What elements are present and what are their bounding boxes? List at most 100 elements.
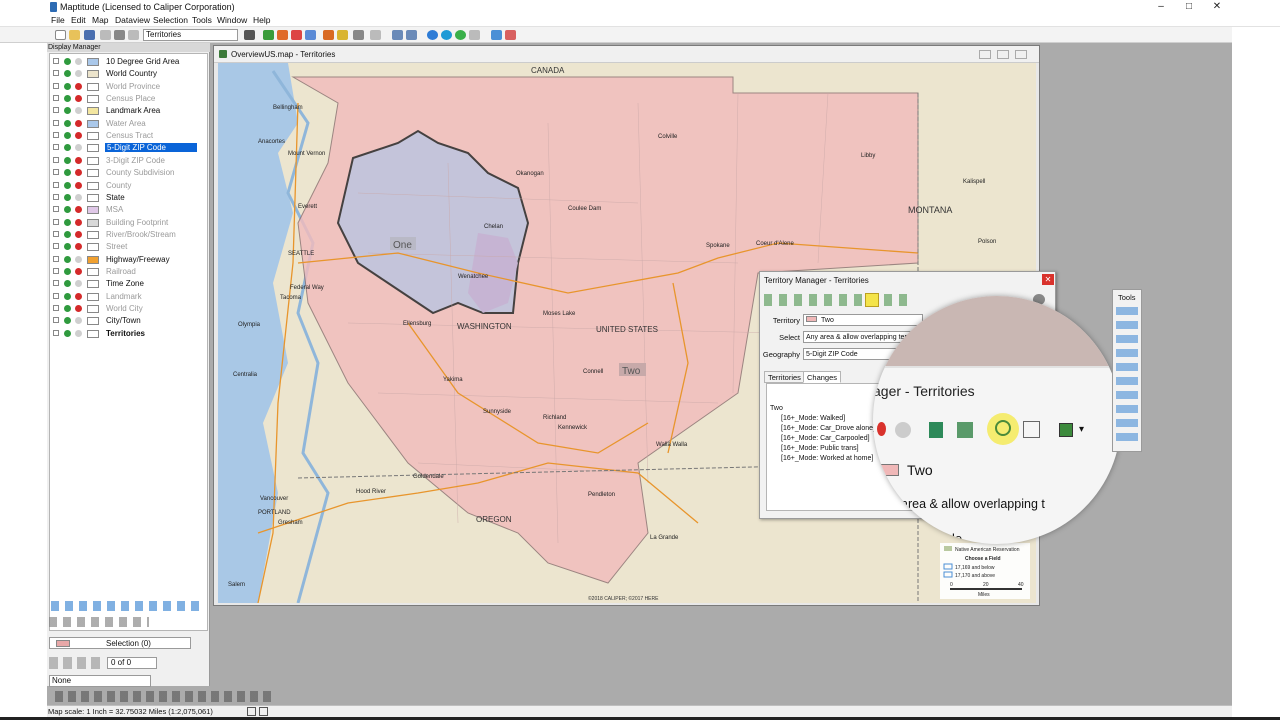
hide-toggle-icon[interactable] xyxy=(75,193,82,201)
record-nav-icons[interactable] xyxy=(49,657,104,669)
selection-tool-icons[interactable] xyxy=(49,617,149,627)
flag-icon[interactable] xyxy=(263,30,274,40)
layer-row[interactable]: Landmark xyxy=(50,291,200,303)
menu-window[interactable]: Window xyxy=(217,15,247,25)
layer-style-swatch[interactable] xyxy=(87,243,99,252)
layer-row[interactable]: Water Area xyxy=(50,118,200,130)
expand-icon[interactable] xyxy=(53,70,59,77)
maximize-button[interactable]: □ xyxy=(1175,0,1203,14)
hide-toggle-icon[interactable] xyxy=(75,95,82,103)
layer-style-swatch[interactable] xyxy=(87,58,99,66)
layer-style-swatch[interactable] xyxy=(87,169,99,178)
menu-file[interactable]: File xyxy=(51,15,65,25)
layer-style-swatch[interactable] xyxy=(87,267,99,276)
layer-style-swatch[interactable] xyxy=(87,95,99,104)
layer-style-swatch[interactable] xyxy=(87,82,99,91)
layer-row[interactable]: City/Town xyxy=(50,315,200,327)
layer-style-swatch[interactable] xyxy=(87,255,99,264)
hide-toggle-icon[interactable] xyxy=(75,243,82,251)
layer-style-swatch[interactable] xyxy=(87,206,99,215)
layer-style-swatch[interactable] xyxy=(87,193,99,202)
layer-row[interactable]: Territories xyxy=(50,328,200,340)
visibility-toggle-icon[interactable] xyxy=(64,255,71,263)
hide-toggle-icon[interactable] xyxy=(75,317,82,325)
hide-toggle-icon[interactable] xyxy=(75,230,82,238)
visibility-toggle-icon[interactable] xyxy=(64,292,71,300)
record-counter[interactable]: 0 of 0 xyxy=(107,657,157,669)
expand-icon[interactable] xyxy=(53,317,59,324)
layer-row[interactable]: Highway/Freeway xyxy=(50,254,200,266)
layer-row[interactable]: Street xyxy=(50,241,200,253)
drawing-tools[interactable] xyxy=(55,691,275,702)
visibility-toggle-icon[interactable] xyxy=(64,193,71,201)
layer-row[interactable]: 3-Digit ZIP Code xyxy=(50,155,200,167)
expand-icon[interactable] xyxy=(53,230,59,237)
hide-toggle-icon[interactable] xyxy=(75,181,82,189)
visibility-toggle-icon[interactable] xyxy=(64,58,71,65)
territory-manager-close-icon[interactable]: ✕ xyxy=(1042,274,1054,285)
visibility-toggle-icon[interactable] xyxy=(64,230,71,238)
visibility-toggle-icon[interactable] xyxy=(64,305,71,312)
hide-toggle-icon[interactable] xyxy=(75,70,82,78)
layer-style-swatch[interactable] xyxy=(87,70,99,79)
expand-icon[interactable] xyxy=(53,218,59,225)
layer-row[interactable]: Railroad xyxy=(50,266,200,278)
layer-style-swatch[interactable] xyxy=(87,305,99,313)
zoom-icon[interactable] xyxy=(441,30,452,40)
hide-toggle-icon[interactable] xyxy=(75,329,82,337)
visibility-toggle-icon[interactable] xyxy=(64,132,71,140)
layer-style-swatch[interactable] xyxy=(87,329,99,338)
open-folder-icon[interactable] xyxy=(69,30,80,40)
visibility-toggle-icon[interactable] xyxy=(64,243,71,251)
layer-row[interactable]: MSA xyxy=(50,204,200,216)
layer-icon[interactable] xyxy=(128,30,139,40)
visibility-toggle-icon[interactable] xyxy=(64,206,71,214)
visibility-toggle-icon[interactable] xyxy=(64,119,71,127)
menu-map[interactable]: Map xyxy=(92,15,109,25)
hide-toggle-icon[interactable] xyxy=(75,58,82,65)
expand-icon[interactable] xyxy=(53,107,59,114)
layer-row[interactable]: River/Brook/Stream xyxy=(50,229,200,241)
layer-style-swatch[interactable] xyxy=(87,132,99,141)
selection-set-dropdown[interactable]: Selection (0) xyxy=(49,637,191,649)
layer-row[interactable]: 10 Degree Grid Area xyxy=(50,56,200,68)
redo-icon[interactable] xyxy=(406,30,417,40)
new-file-icon[interactable] xyxy=(55,30,66,40)
pin-icon[interactable] xyxy=(469,30,480,40)
expand-icon[interactable] xyxy=(53,206,59,213)
hide-toggle-icon[interactable] xyxy=(75,305,82,312)
expand-icon[interactable] xyxy=(53,156,59,163)
layer-row[interactable]: County xyxy=(50,180,200,192)
hide-toggle-icon[interactable] xyxy=(75,132,82,140)
menu-dataview[interactable]: Dataview xyxy=(115,15,150,25)
chart-icon[interactable] xyxy=(337,30,348,40)
expand-icon[interactable] xyxy=(53,181,59,188)
layer-row[interactable]: Census Place xyxy=(50,93,200,105)
layer-style-swatch[interactable] xyxy=(87,280,99,289)
territory-tool-icon[interactable] xyxy=(505,30,516,40)
visibility-toggle-icon[interactable] xyxy=(64,107,71,115)
visibility-toggle-icon[interactable] xyxy=(64,317,71,325)
hide-toggle-icon[interactable] xyxy=(75,255,82,263)
hide-toggle-icon[interactable] xyxy=(75,156,82,164)
expand-icon[interactable] xyxy=(53,243,59,250)
layer-row[interactable]: Time Zone xyxy=(50,278,200,290)
layer-row[interactable]: Landmark Area xyxy=(50,105,200,117)
territory-icon[interactable] xyxy=(491,30,502,40)
visibility-toggle-icon[interactable] xyxy=(64,280,71,288)
layer-style-swatch[interactable] xyxy=(87,144,99,153)
expand-icon[interactable] xyxy=(53,169,59,176)
visibility-toggle-icon[interactable] xyxy=(64,144,71,152)
layer-style-swatch[interactable] xyxy=(87,119,99,128)
print-icon[interactable] xyxy=(114,30,125,40)
tools-palette-icons[interactable] xyxy=(1116,307,1138,447)
layer-row[interactable]: 5-Digit ZIP Code xyxy=(50,142,200,154)
visibility-toggle-icon[interactable] xyxy=(64,329,71,337)
network-icon[interactable] xyxy=(305,30,316,40)
expand-icon[interactable] xyxy=(53,305,59,311)
layer-dropdown[interactable]: Territories xyxy=(143,29,238,41)
hide-toggle-icon[interactable] xyxy=(75,292,82,300)
expand-icon[interactable] xyxy=(53,255,59,262)
close-button[interactable]: ✕ xyxy=(1203,0,1231,14)
none-dropdown[interactable]: None xyxy=(49,675,151,687)
